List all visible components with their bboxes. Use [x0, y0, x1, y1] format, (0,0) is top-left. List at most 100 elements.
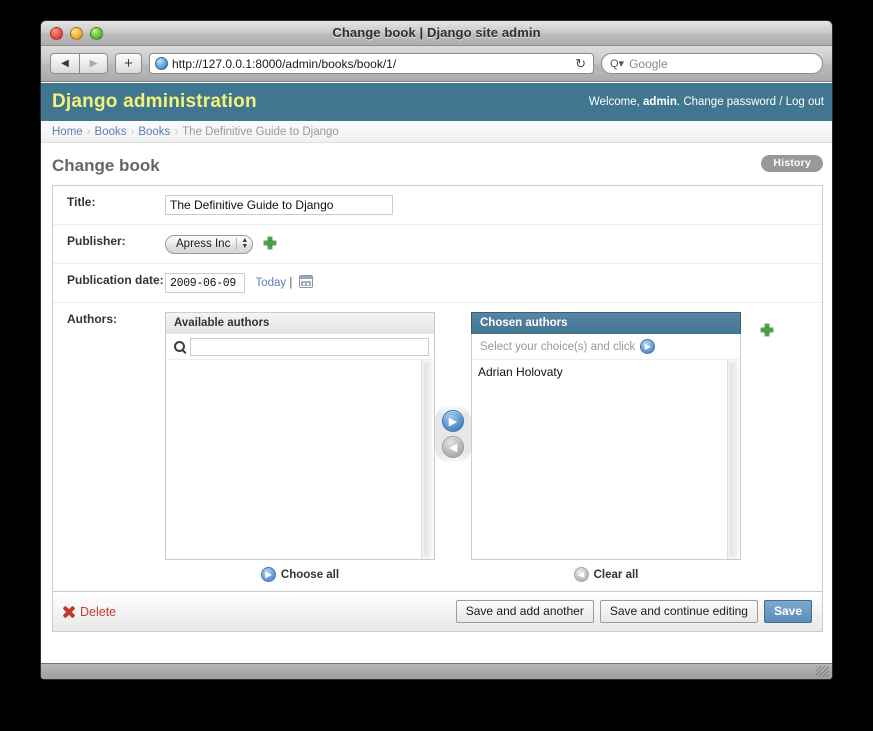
user-tools: Welcome, admin. Change password / Log ou… — [589, 96, 824, 108]
add-publisher-icon[interactable] — [264, 237, 276, 249]
available-filter-row — [165, 334, 435, 360]
calendar-icon[interactable] — [299, 275, 313, 288]
date-shortcuts: Today | — [255, 277, 312, 289]
authors-label: Authors: — [53, 312, 165, 327]
available-authors-list-box[interactable] — [165, 360, 435, 560]
username: admin — [643, 96, 677, 108]
arrow-right-icon: ▶ — [261, 567, 276, 582]
title-input[interactable] — [165, 195, 393, 215]
window-resize-strip[interactable] — [41, 663, 832, 679]
chosen-authors-help: Select your choice(s) and click ▶ — [471, 334, 741, 360]
back-button[interactable]: ◀ — [50, 53, 79, 74]
arrow-left-icon: ◀ — [574, 567, 589, 582]
save-and-continue-button[interactable]: Save and continue editing — [600, 600, 758, 623]
list-item[interactable]: Adrian Holovaty — [472, 363, 727, 381]
scrollbar-thumb[interactable] — [730, 362, 738, 557]
chosen-authors-title: Chosen authors — [471, 312, 741, 334]
available-authors-title: Available authors — [165, 312, 435, 334]
window-titlebar[interactable]: Change book | Django site admin — [41, 21, 832, 46]
resize-grip-icon[interactable] — [816, 666, 829, 677]
breadcrumb-separator: › — [174, 126, 178, 138]
publisher-widget: Apress Inc ▲▼ — [165, 234, 822, 254]
filter-horizontal-selector: Available authors — [165, 312, 810, 582]
site-favicon-icon — [155, 57, 168, 70]
page-viewport: Django administration Welcome, admin. Ch… — [41, 83, 833, 665]
window-title: Change book | Django site admin — [41, 25, 832, 40]
clear-all-link[interactable]: ◀ Clear all — [574, 567, 639, 582]
breadcrumb-item-home[interactable]: Home — [52, 126, 83, 138]
clear-all-row: ◀ Clear all — [471, 560, 741, 582]
history-button[interactable]: History — [761, 155, 823, 172]
address-bar[interactable]: http://127.0.0.1:8000/admin/books/book/1… — [149, 53, 594, 74]
publisher-label: Publisher: — [53, 234, 165, 249]
clear-all-label: Clear all — [594, 569, 639, 581]
form-row-title: Title: — [53, 186, 822, 225]
date-shortcut-divider: | — [289, 277, 292, 289]
breadcrumb-separator: › — [87, 126, 91, 138]
browser-window: Change book | Django site admin ◀ ▶ + ht… — [40, 20, 833, 680]
user-tools-separator: / — [779, 96, 782, 108]
title-widget — [165, 195, 822, 215]
form-fieldset: Title: Publisher: Apress Inc — [53, 186, 822, 591]
today-link[interactable]: Today — [255, 277, 286, 289]
welcome-text: Welcome, — [589, 96, 640, 108]
form-row-publisher: Publisher: Apress Inc ▲▼ — [53, 225, 822, 264]
add-author-arrow-right-button[interactable]: ▶ — [442, 410, 464, 432]
submit-buttons: Save and add another Save and continue e… — [456, 600, 812, 623]
choose-all-link[interactable]: ▶ Choose all — [261, 567, 339, 582]
page-title: Change book — [52, 156, 160, 176]
delete-label: Delete — [80, 605, 116, 619]
publication-date-widget: Today | — [165, 273, 822, 294]
change-password-link[interactable]: Change password — [683, 96, 776, 108]
page-title-row: Change book History — [52, 155, 823, 177]
publisher-select[interactable]: Apress Inc ▲▼ — [165, 235, 253, 254]
admin-header: Django administration Welcome, admin. Ch… — [41, 83, 833, 121]
chosen-help-text: Select your choice(s) and click — [480, 341, 635, 353]
add-author-wrap — [741, 312, 773, 339]
breadcrumb-item-books-model[interactable]: Books — [138, 126, 170, 138]
scrollbar-thumb[interactable] — [424, 362, 432, 557]
breadcrumb-item-books-app[interactable]: Books — [95, 126, 127, 138]
publication-date-label: Publication date: — [53, 273, 165, 288]
breadcrumb-separator: › — [131, 126, 135, 138]
chosen-list-scrollbar[interactable] — [727, 360, 740, 559]
save-button[interactable]: Save — [764, 600, 812, 623]
delete-link[interactable]: Delete — [63, 605, 116, 619]
form-row-authors: Authors: Available authors — [53, 303, 822, 591]
reload-icon[interactable]: ↻ — [575, 56, 588, 72]
admin-content: Change book History Title: — [41, 143, 833, 632]
desktop-background: Change book | Django site admin ◀ ▶ + ht… — [0, 0, 873, 731]
browser-toolbar: ◀ ▶ + http://127.0.0.1:8000/admin/books/… — [41, 46, 832, 82]
available-filter-input[interactable] — [190, 338, 429, 356]
available-authors-panel: Available authors — [165, 312, 435, 582]
search-icon: Q▾ — [610, 57, 624, 70]
new-tab-button[interactable]: + — [115, 53, 142, 74]
breadcrumb-item-current: The Definitive Guide to Django — [182, 126, 339, 138]
search-icon — [174, 341, 185, 352]
available-list-scrollbar[interactable] — [421, 360, 434, 559]
navigation-buttons: ◀ ▶ — [50, 53, 108, 74]
add-author-icon[interactable] — [761, 324, 773, 336]
search-placeholder: Google — [629, 57, 668, 71]
selector-chooser: ▶ ◀ — [435, 404, 471, 464]
available-authors-list[interactable] — [166, 360, 421, 559]
authors-widget: Available authors — [165, 312, 822, 582]
delete-icon — [63, 606, 75, 618]
breadcrumb: Home › Books › Books › The Definitive Gu… — [41, 121, 833, 143]
object-tools: History — [761, 153, 823, 172]
forward-button[interactable]: ▶ — [79, 53, 108, 74]
publication-date-input[interactable] — [165, 273, 245, 293]
chosen-authors-list[interactable]: Adrian Holovaty — [472, 360, 727, 559]
username-dot: . — [677, 96, 680, 108]
url-text: http://127.0.0.1:8000/admin/books/book/1… — [172, 57, 571, 71]
save-and-add-another-button[interactable]: Save and add another — [456, 600, 594, 623]
logout-link[interactable]: Log out — [786, 96, 824, 108]
choose-all-label: Choose all — [281, 569, 339, 581]
submit-row: Delete Save and add another Save and con… — [53, 591, 822, 631]
chosen-authors-list-box[interactable]: Adrian Holovaty — [471, 360, 741, 560]
browser-search-field[interactable]: Q▾ Google — [601, 53, 823, 74]
arrow-right-icon: ▶ — [640, 339, 655, 354]
form-row-publication-date: Publication date: Today | — [53, 264, 822, 304]
remove-author-arrow-left-button[interactable]: ◀ — [442, 436, 464, 458]
stepper-icon: ▲▼ — [236, 238, 250, 250]
